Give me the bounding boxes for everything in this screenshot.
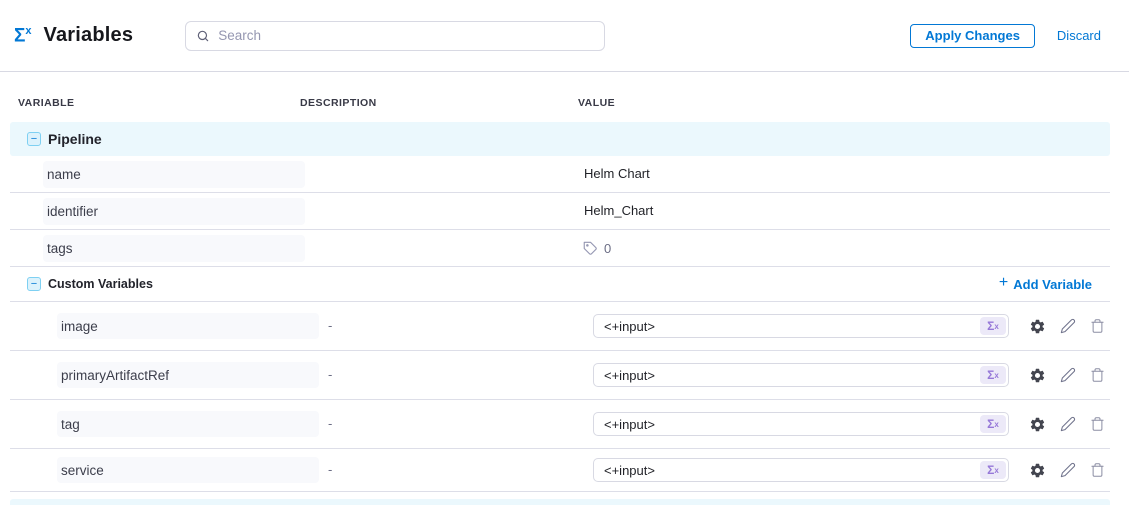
page-title: Variables	[44, 24, 134, 47]
table-row: image - <+input> Σx	[10, 302, 1110, 351]
description-value: -	[300, 462, 332, 477]
sigma-sup-glyph: x	[994, 466, 998, 475]
collapse-minus-icon[interactable]: −	[27, 277, 41, 291]
variable-name-label: identifier	[43, 198, 305, 225]
discard-button[interactable]: Discard	[1057, 28, 1101, 43]
variables-panel: Σx Variables Apply Changes Discard VARIA…	[0, 0, 1129, 492]
delete-icon[interactable]	[1090, 367, 1105, 383]
search-box	[185, 21, 605, 51]
table-row: tag - <+input> Σx	[10, 400, 1110, 449]
settings-icon[interactable]	[1029, 367, 1046, 384]
sigma-sup-glyph: x	[994, 322, 998, 331]
edit-icon[interactable]	[1060, 318, 1076, 334]
variables-table: VARIABLE DESCRIPTION VALUE − Pipeline na…	[10, 72, 1110, 492]
topbar: Σx Variables Apply Changes Discard	[0, 0, 1129, 72]
table-row: primaryArtifactRef - <+input> Σx	[10, 351, 1110, 400]
table-header-row: VARIABLE DESCRIPTION VALUE	[10, 72, 1110, 122]
section-header-pipeline: − Pipeline	[10, 122, 1110, 156]
variable-name-label: service	[57, 457, 319, 483]
variable-value-input[interactable]: <+input> Σx	[593, 363, 1009, 387]
sigma-glyph: Σ	[987, 319, 994, 333]
input-value-text: <+input>	[604, 368, 980, 383]
column-header-description: DESCRIPTION	[300, 97, 578, 109]
input-value-text: <+input>	[604, 417, 980, 432]
value-cell: <+input> Σx	[578, 314, 1105, 338]
expression-chip-icon[interactable]: Σx	[980, 415, 1006, 433]
delete-icon[interactable]	[1090, 462, 1105, 478]
sigma-glyph: Σ	[987, 417, 994, 431]
topbar-actions: Apply Changes Discard	[910, 24, 1101, 48]
value-cell: <+input> Σx	[578, 412, 1105, 436]
section-label: Custom Variables	[48, 277, 153, 291]
edit-icon[interactable]	[1060, 367, 1076, 383]
value-cell: <+input> Σx	[578, 363, 1105, 387]
variable-name-label: image	[57, 313, 319, 339]
delete-icon[interactable]	[1090, 318, 1105, 334]
sigma-glyph: Σ	[14, 25, 25, 46]
sigma-glyph: Σ	[987, 463, 994, 477]
tags-cell: 0	[578, 241, 1102, 256]
expression-sigma-icon: Σx	[14, 26, 32, 45]
value-cell: <+input> Σx	[578, 458, 1105, 482]
expression-chip-icon[interactable]: Σx	[980, 366, 1006, 384]
section-label: Pipeline	[48, 131, 102, 147]
table-row: tags 0	[10, 230, 1110, 267]
variable-name-label: name	[43, 161, 305, 188]
apply-changes-button[interactable]: Apply Changes	[910, 24, 1035, 48]
expression-chip-icon[interactable]: Σx	[980, 317, 1006, 335]
variable-name-label: primaryArtifactRef	[57, 362, 319, 388]
variable-value-input[interactable]: <+input> Σx	[593, 412, 1009, 436]
edit-icon[interactable]	[1060, 462, 1076, 478]
settings-icon[interactable]	[1029, 416, 1046, 433]
variable-name-label: tags	[43, 235, 305, 262]
collapse-minus-icon[interactable]: −	[27, 132, 41, 146]
description-value: -	[300, 367, 332, 382]
search-icon	[196, 29, 210, 43]
description-value: -	[300, 318, 332, 333]
edit-icon[interactable]	[1060, 416, 1076, 432]
input-value-text: <+input>	[604, 463, 980, 478]
next-section-partial-row	[10, 499, 1110, 505]
search-input[interactable]	[218, 28, 594, 43]
expression-chip-icon[interactable]: Σx	[980, 461, 1006, 479]
description-value: -	[300, 416, 332, 431]
delete-icon[interactable]	[1090, 416, 1105, 432]
variable-value: Helm_Chart	[578, 203, 653, 218]
tag-icon	[583, 241, 598, 256]
tags-count: 0	[604, 241, 611, 256]
sigma-glyph: Σ	[987, 368, 994, 382]
variable-name-label: tag	[57, 411, 319, 437]
variable-value: Helm Chart	[578, 166, 650, 181]
table-row: service - <+input> Σx	[10, 449, 1110, 492]
section-header-custom-variables: − Custom Variables + Add Variable	[10, 267, 1110, 302]
plus-icon: +	[999, 275, 1008, 291]
sigma-sup-glyph: x	[994, 420, 998, 429]
settings-icon[interactable]	[1029, 318, 1046, 335]
add-variable-label: Add Variable	[1013, 277, 1092, 292]
variable-value-input[interactable]: <+input> Σx	[593, 458, 1009, 482]
table-row: identifier Helm_Chart	[10, 193, 1110, 230]
column-header-variable: VARIABLE	[18, 97, 300, 109]
input-value-text: <+input>	[604, 319, 980, 334]
table-row: name Helm Chart	[10, 156, 1110, 193]
sigma-sup-glyph: x	[25, 25, 31, 37]
settings-icon[interactable]	[1029, 462, 1046, 479]
variable-value-input[interactable]: <+input> Σx	[593, 314, 1009, 338]
column-header-value: VALUE	[578, 97, 1102, 109]
sigma-sup-glyph: x	[994, 371, 998, 380]
add-variable-button[interactable]: + Add Variable	[999, 277, 1102, 292]
